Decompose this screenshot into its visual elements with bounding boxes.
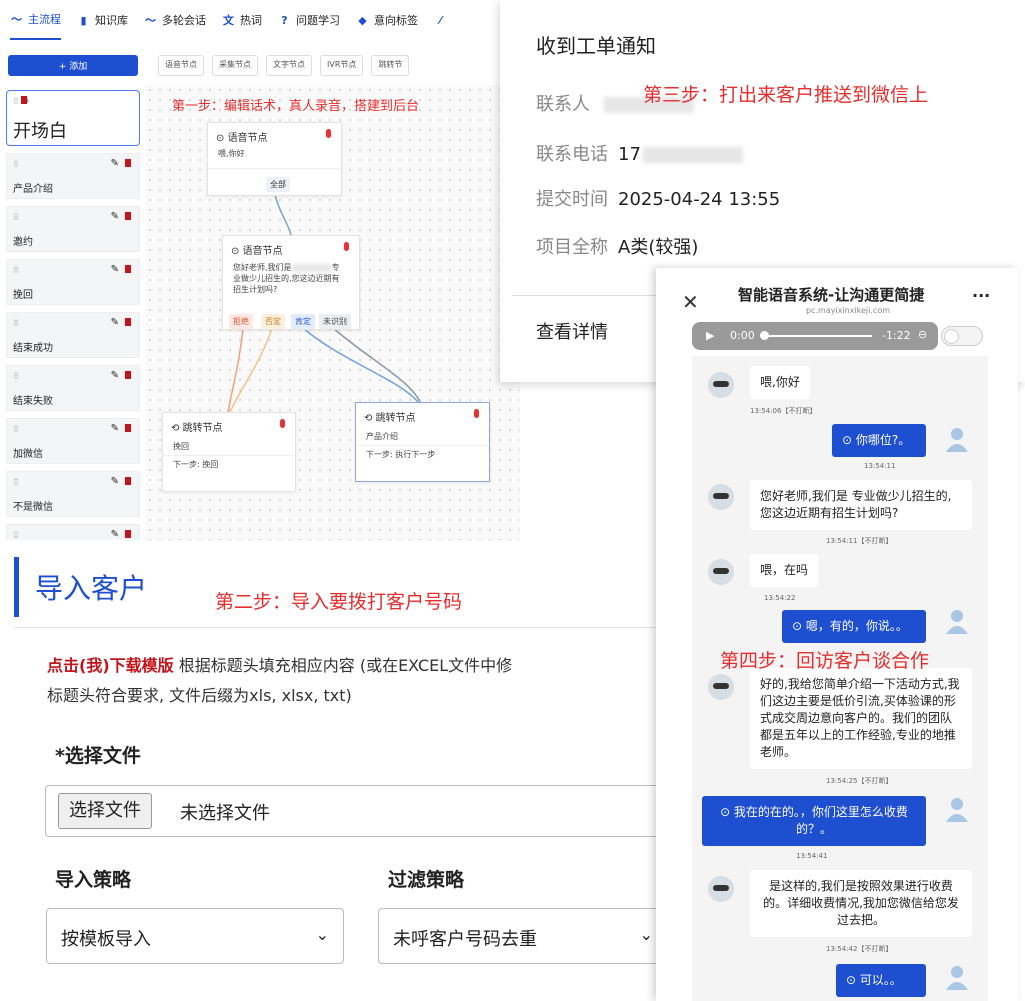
voice-node-greeting[interactable]: ⊙ 语音节点 喂,你好 全部 bbox=[207, 122, 342, 196]
node-title: ⊙ 语音节点 bbox=[216, 133, 268, 144]
node-text: 喂,你好 bbox=[218, 149, 245, 158]
phone-row: 联系电话 17 bbox=[536, 140, 743, 166]
choose-file-button[interactable]: 选择文件 bbox=[58, 793, 152, 829]
audio-player[interactable]: ▶ 0:00 -1:22 ⊖ bbox=[692, 322, 938, 350]
flow-editor-panel: 〜主流程 ▮ 知识库 〜多轮会话 文热词 ? 问题学习 ◆ 意向标签 ⁄ + 添加 语… bbox=[0, 0, 520, 540]
project-row: 项目全称 A类(较强) bbox=[536, 237, 699, 258]
branch-affirm[interactable]: 肯定 bbox=[291, 314, 315, 329]
toggle-switch[interactable] bbox=[941, 326, 983, 346]
import-customers-panel: 导入客户 第二步：导入要拨打客户号码 点击(我)下载模版 根据标题头填充相应内容… bbox=[0, 545, 668, 1001]
message-timestamp: 13:54:11【不打断】 bbox=[826, 537, 893, 545]
import-description: 点击(我)下载模版 根据标题头填充相应内容 (或在EXCEL文件中修 标题头符合… bbox=[47, 656, 513, 705]
play-icon[interactable]: ▶ bbox=[706, 329, 714, 342]
user-avatar-icon bbox=[944, 426, 970, 452]
redacted bbox=[642, 147, 743, 163]
chat-message-bot: 喂，在吗 bbox=[750, 554, 819, 587]
bot-avatar-icon bbox=[708, 484, 734, 510]
filter-strategy-label: 过滤策略 bbox=[388, 869, 465, 891]
file-status: 未选择文件 bbox=[180, 803, 270, 824]
node-next: 下一步: 执行下一步 bbox=[366, 450, 436, 459]
chat-message-user: ⊙ 你哪位?。 bbox=[832, 424, 926, 457]
bot-avatar-icon bbox=[708, 876, 734, 902]
chat-message-bot: 是这样的,我们是按照效果进行收费的。详细收费情况,我加您微信给您发过去把。 bbox=[750, 870, 972, 937]
node-text: 产品介绍 bbox=[366, 432, 398, 441]
chevron-down-icon: ⌄ bbox=[639, 925, 653, 944]
chat-url: pc.mayixinxikeji.com bbox=[806, 306, 890, 315]
step4-annotation: 第四步：回访客户谈合作 bbox=[720, 650, 930, 672]
divider bbox=[356, 445, 489, 446]
file-input[interactable]: 选择文件 未选择文件 bbox=[45, 785, 668, 837]
node-next: 下一步: 挽回 bbox=[173, 460, 219, 469]
step1-annotation: 第一步：编辑话术，真人录音，搭建到后台 bbox=[172, 99, 420, 114]
chat-message-list: 喂,你好 13:54:06【不打断】 ⊙ 你哪位?。 13:54:11 您好老师… bbox=[692, 356, 988, 1001]
message-timestamp: 13:54:42【不打断】 bbox=[826, 945, 893, 953]
call-chat-panel: ✕ 智能语音系统-让沟通更简捷 pc.mayixinxikeji.com ···… bbox=[656, 268, 1018, 1001]
chat-message-user: ⊙ 嗯，有的，你说。。 bbox=[782, 610, 926, 643]
jump-node-product[interactable]: ⟲ 跳转节点 产品介绍 下一步: 执行下一步 bbox=[355, 402, 490, 482]
more-icon[interactable]: ··· bbox=[972, 286, 990, 305]
voice-node-intro[interactable]: ⊙ 语音节点 您好老师,我们是专业做少儿招生的,您这边近期有 招生计划吗? 拒绝 … bbox=[222, 235, 360, 330]
branch-unknown[interactable]: 未识别 bbox=[319, 314, 351, 329]
node-title: ⟲ 跳转节点 bbox=[171, 423, 223, 434]
microphone-icon[interactable] bbox=[326, 129, 331, 138]
chat-message-user: ⊙ 可以。。 bbox=[836, 964, 926, 997]
download-template-link[interactable]: 点击(我)下载模版 bbox=[47, 656, 174, 675]
node-title: ⊙ 语音节点 bbox=[231, 246, 283, 257]
message-timestamp: 13:54:06【不打断】 bbox=[750, 407, 817, 415]
chat-message-bot: 喂,你好 bbox=[750, 366, 810, 399]
filter-strategy-select[interactable]: 未呼客户号码去重 ⌄ bbox=[378, 908, 668, 964]
page-title: 导入客户 bbox=[35, 572, 148, 605]
user-avatar-icon bbox=[944, 964, 970, 990]
microphone-icon[interactable] bbox=[280, 419, 285, 428]
import-strategy-label: 导入策略 bbox=[55, 869, 132, 891]
toggle-knob bbox=[944, 329, 959, 344]
close-icon[interactable]: ✕ bbox=[682, 290, 699, 314]
bot-avatar-icon bbox=[708, 674, 734, 700]
audio-progress-bar[interactable] bbox=[762, 335, 872, 337]
file-label: *选择文件 bbox=[55, 745, 141, 767]
branch-reject[interactable]: 拒绝 bbox=[229, 314, 253, 329]
node-title: ⟲ 跳转节点 bbox=[364, 413, 416, 424]
divider bbox=[14, 627, 668, 628]
bot-avatar-icon bbox=[708, 372, 734, 398]
chat-message-bot: 您好老师,我们是 专业做少儿招生的,您这边近期有招生计划吗? bbox=[750, 480, 972, 530]
import-strategy-select[interactable]: 按模板导入 ⌄ bbox=[46, 908, 344, 964]
audio-current-time: 0:00 bbox=[730, 329, 755, 342]
message-timestamp: 13:54:25【不打断】 bbox=[826, 777, 893, 785]
audio-remaining-time: -1:22 bbox=[882, 329, 911, 342]
user-avatar-icon bbox=[944, 608, 970, 634]
microphone-icon[interactable] bbox=[344, 242, 349, 251]
chevron-down-icon: ⌄ bbox=[315, 925, 329, 944]
volume-icon[interactable]: ⊖ bbox=[918, 328, 927, 341]
time-row: 提交时间 2025-04-24 13:55 bbox=[536, 189, 781, 210]
message-timestamp: 13:54:11 bbox=[864, 462, 896, 470]
view-details-link[interactable]: 查看详情 bbox=[536, 318, 608, 344]
message-timestamp: 13:54:41 bbox=[796, 852, 828, 860]
branch-deny[interactable]: 否定 bbox=[261, 314, 285, 329]
audio-progress-knob[interactable] bbox=[760, 331, 769, 340]
chat-message-bot: 好的,我给您简单介绍一下活动方式,我们这边主要是低价引流,买体验课的形式成交周边… bbox=[750, 668, 972, 769]
redacted bbox=[291, 263, 332, 272]
node-text: 您好老师,我们是专业做少儿招生的,您这边近期有 招生计划吗? bbox=[233, 263, 340, 294]
bot-avatar-icon bbox=[708, 559, 734, 585]
title-accent-bar bbox=[14, 557, 19, 617]
notification-title: 收到工单通知 bbox=[536, 34, 656, 58]
divider bbox=[208, 168, 341, 169]
branch-all[interactable]: 全部 bbox=[266, 177, 290, 192]
step3-annotation: 第三步：打出来客户推送到微信上 bbox=[643, 84, 929, 106]
chat-title: 智能语音系统-让沟通更简捷 bbox=[738, 286, 925, 304]
step2-annotation: 第二步：导入要拨打客户号码 bbox=[215, 591, 463, 613]
microphone-icon[interactable] bbox=[474, 409, 479, 418]
user-avatar-icon bbox=[944, 796, 970, 822]
chat-message-user: ⊙ 我在的在的。，你们这里怎么收费的？。 bbox=[702, 796, 926, 846]
node-text: 挽回 bbox=[173, 442, 189, 451]
message-timestamp: 13:54:22 bbox=[764, 594, 796, 602]
jump-node-retain[interactable]: ⟲ 跳转节点 挽回 下一步: 挽回 bbox=[162, 412, 296, 492]
divider bbox=[163, 455, 295, 456]
